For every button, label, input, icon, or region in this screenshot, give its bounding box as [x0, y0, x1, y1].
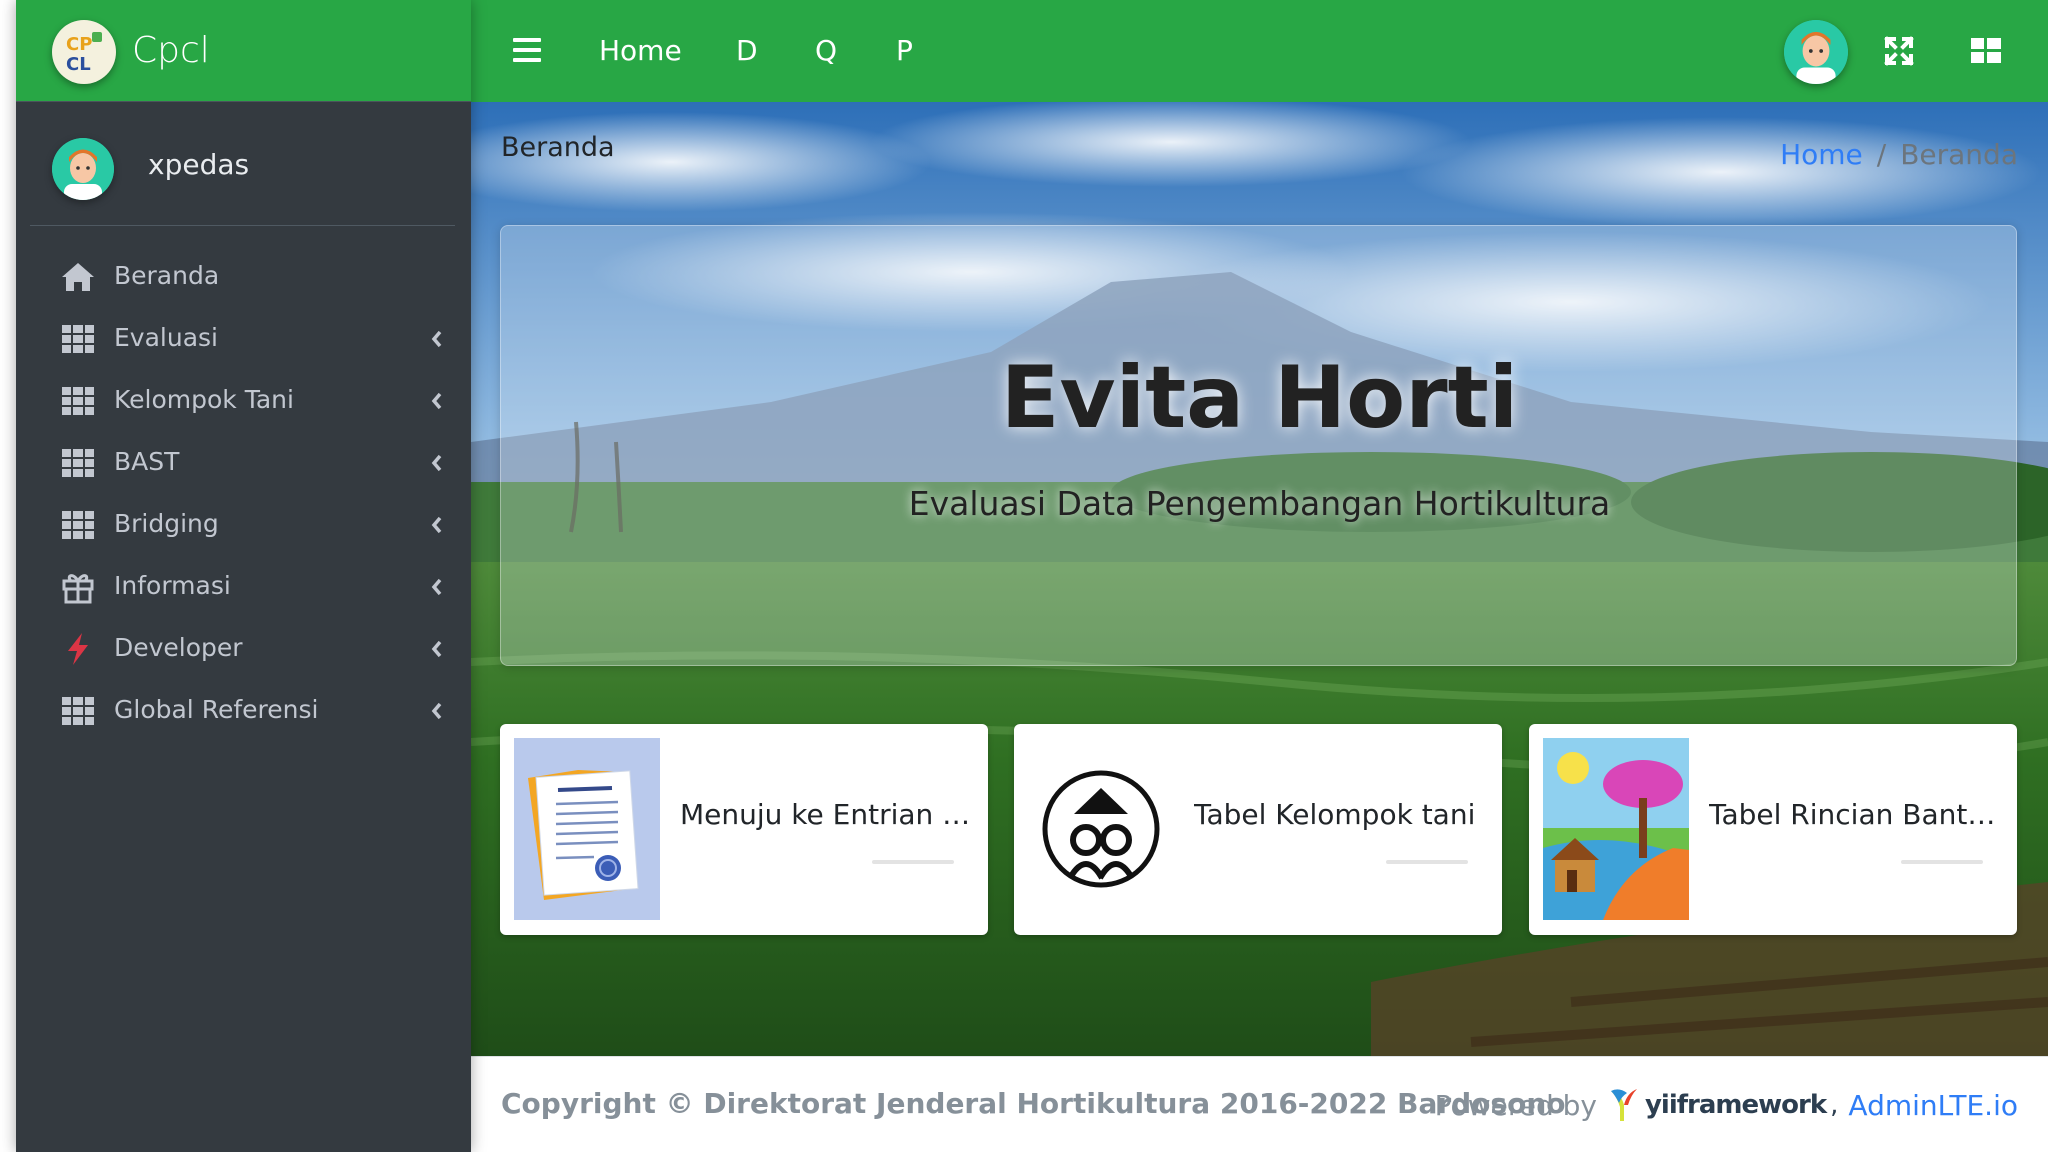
user-panel[interactable]: xpedas — [30, 126, 455, 226]
main-footer: Copyright © Direktorat Jenderal Hortikul… — [471, 1056, 2048, 1152]
brand-logo: CP CL — [52, 20, 116, 84]
sidebar-item-kelompok-tani[interactable]: Kelompok Tani — [16, 370, 471, 432]
sidebar-item-evaluasi[interactable]: Evaluasi — [16, 308, 471, 370]
powered-by-label: Powered by — [1434, 1088, 1597, 1122]
hero-subtitle: Evaluasi Data Pengembangan Hortikultura — [908, 484, 1611, 523]
sidebar-item-label: Evaluasi — [114, 323, 218, 352]
breadcrumb-active: Beranda — [1900, 138, 2018, 171]
breadcrumb-home-link[interactable]: Home — [1780, 138, 1863, 171]
nav-link-q[interactable]: Q — [815, 34, 837, 67]
user-name: xpedas — [148, 148, 250, 181]
sidebar-item-bast[interactable]: BAST — [16, 432, 471, 494]
sidebar-item-label: Bridging — [114, 509, 219, 538]
sidebar-item-developer[interactable]: Developer — [16, 618, 471, 680]
nav-link-d[interactable]: D — [736, 34, 758, 67]
breadcrumb: Home / Beranda — [1780, 138, 2018, 171]
card-kelompok-tani[interactable]: Tabel Kelompok tani — [1014, 724, 1502, 935]
card-label: Tabel Rincian Bantu... — [1709, 798, 2004, 831]
home-icon — [60, 260, 96, 294]
yii-logo-icon — [1610, 1089, 1637, 1121]
adminlte-link[interactable]: AdminLTE.io — [1848, 1089, 2018, 1122]
chevron-left-icon — [431, 516, 442, 534]
sidebar-item-beranda[interactable]: Beranda — [16, 246, 471, 308]
sidebar-item-global-referensi[interactable]: Global Referensi — [16, 680, 471, 742]
breadcrumb-separator: / — [1876, 138, 1887, 171]
chevron-left-icon — [431, 702, 442, 720]
hero-jumbotron: Evita Horti Evaluasi Data Pengembangan H… — [500, 225, 2017, 666]
sidebar-item-label: BAST — [114, 447, 180, 476]
card-divider — [1386, 860, 1468, 864]
farmer-group-icon — [1028, 738, 1174, 920]
chevron-left-icon — [431, 392, 442, 410]
grid-icon — [60, 508, 96, 542]
content-wrapper: Beranda Home / Beranda Evita Horti Evalu… — [471, 102, 2048, 1056]
user-avatar — [52, 138, 114, 200]
sidebar-menu: Beranda Evaluasi Kelompok Tani BAST Brid… — [16, 246, 471, 742]
chevron-left-icon — [431, 578, 442, 596]
fullscreen-icon[interactable] — [1884, 36, 1914, 66]
card-entrian-sk[interactable]: Menuju ke Entrian SK — [500, 724, 988, 935]
chevron-left-icon — [431, 640, 442, 658]
sidebar-item-label: Informasi — [114, 571, 231, 600]
card-label: Menuju ke Entrian SK — [680, 798, 975, 831]
page-title: Beranda — [501, 132, 615, 163]
card-rincian-bantuan[interactable]: Tabel Rincian Bantu... — [1529, 724, 2017, 935]
apps-icon[interactable] — [1971, 36, 2001, 66]
yii-wordmark: yiiframework — [1644, 1090, 1827, 1120]
chevron-left-icon — [431, 330, 442, 348]
brand-name: Cpcl — [132, 30, 210, 71]
card-divider — [872, 860, 954, 864]
sidebar-item-label: Global Referensi — [114, 695, 319, 724]
grid-icon — [60, 446, 96, 480]
gift-icon — [60, 570, 96, 604]
card-label: Tabel Kelompok tani — [1194, 798, 1476, 831]
nav-link-p[interactable]: P — [896, 34, 913, 67]
sidebar-item-informasi[interactable]: Informasi — [16, 556, 471, 618]
yii-framework-link[interactable]: yiiframework, — [1607, 1087, 1838, 1123]
grid-icon — [60, 384, 96, 418]
user-avatar[interactable] — [1784, 20, 1848, 84]
top-navbar: Home D Q P — [471, 0, 2048, 102]
menu-icon[interactable] — [513, 38, 541, 62]
sidebar-item-label: Developer — [114, 633, 243, 662]
powered-by: Powered by yiiframework, AdminLTE.io — [1435, 1087, 2018, 1123]
main-sidebar: CP CL Cpcl xpedas Beranda Evaluasi Kelom… — [16, 0, 471, 1152]
hero-title: Evita Horti — [1000, 348, 1519, 448]
sidebar-item-bridging[interactable]: Bridging — [16, 494, 471, 556]
sidebar-item-label: Beranda — [114, 261, 220, 290]
grid-icon — [60, 322, 96, 356]
nav-link-home[interactable]: Home — [599, 34, 682, 67]
card-divider — [1901, 860, 1983, 864]
svg-text:CP: CP — [66, 34, 92, 55]
landscape-painting-icon — [1543, 738, 1689, 920]
grid-icon — [60, 694, 96, 728]
yii-comma: , — [1830, 1090, 1839, 1120]
app-window: CP CL Cpcl xpedas Beranda Evaluasi Kelom… — [0, 0, 2048, 1152]
bolt-icon — [60, 632, 96, 666]
copyright-text: Copyright © Direktorat Jenderal Hortikul… — [501, 1087, 1566, 1120]
svg-text:CL: CL — [66, 54, 91, 75]
chevron-left-icon — [431, 454, 442, 472]
sidebar-item-label: Kelompok Tani — [114, 385, 294, 414]
brand-link[interactable]: CP CL Cpcl — [16, 0, 471, 102]
document-icon — [514, 738, 660, 920]
